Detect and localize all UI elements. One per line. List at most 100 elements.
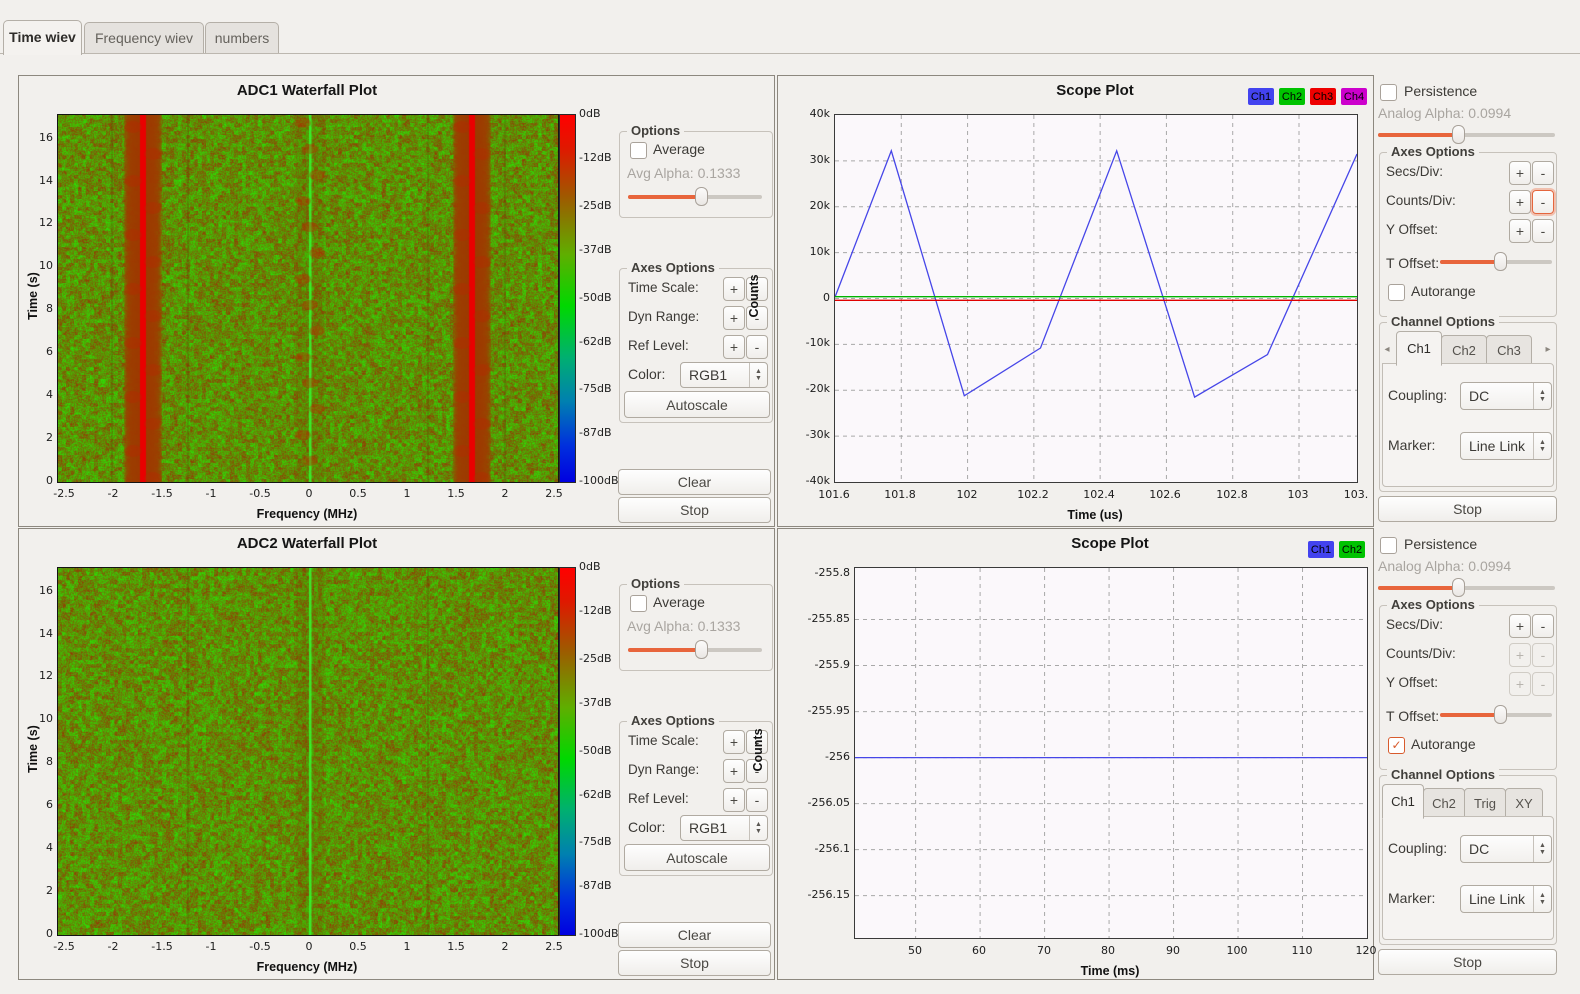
spin-arrows[interactable]: ▲▼ — [749, 363, 767, 387]
stop-button[interactable]: Stop — [618, 497, 771, 523]
spin-arrows[interactable]: ▲▼ — [1533, 836, 1551, 862]
slider-handle[interactable] — [695, 187, 708, 206]
stop-button[interactable]: Stop — [1378, 949, 1557, 975]
axes-row-label: Ref Level: — [628, 338, 689, 353]
spin-up-icon[interactable]: ▲ — [1539, 439, 1546, 446]
autorange-checkbox[interactable] — [1388, 284, 1405, 301]
spin-arrows[interactable]: ▲▼ — [1533, 886, 1551, 912]
stop-button[interactable]: Stop — [1378, 496, 1557, 522]
spin-down-icon[interactable]: ▼ — [755, 828, 762, 835]
spin-up-icon[interactable]: ▲ — [1539, 389, 1546, 396]
autoscale-button[interactable]: Autoscale — [624, 391, 770, 418]
t-offset-slider[interactable] — [1440, 252, 1552, 271]
x-tick-label: 60 — [951, 944, 1007, 957]
color-select[interactable]: RGB1▲▼ — [680, 362, 768, 388]
average-checkbox[interactable] — [630, 142, 647, 159]
channel-tab-ch1[interactable]: Ch1 — [1382, 784, 1424, 819]
autorange-checkbox[interactable]: ✓ — [1388, 737, 1405, 754]
slider-handle[interactable] — [695, 640, 708, 659]
y-tick-label: 6 — [21, 798, 53, 811]
persistence-checkbox[interactable] — [1380, 84, 1397, 101]
channel-tab-trig[interactable]: Trig — [1464, 788, 1506, 819]
increase-button[interactable]: + — [1509, 219, 1531, 243]
spin-down-icon[interactable]: ▼ — [1539, 849, 1546, 856]
axes-options-group-label: Axes Options — [1387, 144, 1479, 159]
channel-tab-ch2[interactable]: Ch2 — [1441, 335, 1487, 366]
spin-down-icon[interactable]: ▼ — [1539, 446, 1546, 453]
y-tick-label: -30k — [776, 428, 830, 441]
legend-ch2: Ch2 — [1279, 88, 1305, 105]
increase-button[interactable]: + — [1509, 161, 1531, 185]
coupling-select[interactable]: DC▲▼ — [1460, 835, 1552, 863]
increase-button[interactable]: + — [723, 306, 745, 330]
increase-button[interactable]: + — [723, 730, 745, 754]
increase-button[interactable]: + — [723, 335, 745, 359]
increase-button[interactable]: + — [1509, 190, 1531, 214]
marker-select[interactable]: Line Link▲▼ — [1460, 432, 1552, 460]
channel-tab-ch1[interactable]: Ch1 — [1396, 331, 1442, 366]
spin-up-icon[interactable]: ▲ — [1539, 892, 1546, 899]
slider-handle[interactable] — [1494, 705, 1507, 724]
x-tick-label: 100 — [1209, 944, 1265, 957]
decrease-button[interactable]: - — [746, 788, 768, 812]
y-tick-label: -256.15 — [796, 888, 850, 901]
slider-handle[interactable] — [1494, 252, 1507, 271]
coupling-select[interactable]: DC▲▼ — [1460, 382, 1552, 410]
tab-numbers[interactable]: numbers — [205, 22, 279, 53]
clear-button[interactable]: Clear — [618, 922, 771, 948]
tab-scroll-left-icon[interactable]: ◂ — [1381, 339, 1393, 359]
increase-button[interactable]: + — [723, 277, 745, 301]
decrease-button[interactable]: - — [1532, 219, 1554, 243]
channel-tab-xy[interactable]: XY — [1505, 788, 1543, 819]
increase-button[interactable]: + — [1509, 614, 1531, 638]
analog-alpha-slider[interactable] — [1378, 578, 1555, 597]
spin-arrows[interactable]: ▲▼ — [749, 816, 767, 840]
avg-alpha-label: Avg Alpha: 0.1333 — [627, 618, 740, 634]
tab-scroll-right-icon[interactable]: ▸ — [1542, 339, 1554, 359]
autoscale-button[interactable]: Autoscale — [624, 844, 770, 871]
axes-row-label: Time Scale: — [628, 280, 699, 295]
color-select[interactable]: RGB1▲▼ — [680, 815, 768, 841]
channel-tab-ch2[interactable]: Ch2 — [1423, 788, 1465, 819]
increase-button[interactable]: + — [723, 788, 745, 812]
coupling-label: Coupling: — [1388, 387, 1447, 403]
tab-time-wiev[interactable]: Time wiev — [3, 20, 82, 55]
x-tick-label: 103. — [1328, 488, 1384, 501]
spin-down-icon[interactable]: ▼ — [1539, 899, 1546, 906]
axes-options-group-label: Axes Options — [627, 713, 719, 728]
marker-select[interactable]: Line Link▲▼ — [1460, 885, 1552, 913]
legend-ch2: Ch2 — [1339, 541, 1365, 558]
analog-alpha-slider[interactable] — [1378, 125, 1555, 144]
decrease-button[interactable]: - — [1532, 614, 1554, 638]
clear-button[interactable]: Clear — [618, 469, 771, 495]
x-tick-label: 2.5 — [526, 487, 582, 500]
tab-frequency-wiev[interactable]: Frequency wiev — [84, 22, 204, 53]
x-tick-label: 102 — [939, 488, 995, 501]
avg-alpha-slider[interactable] — [628, 187, 762, 206]
spin-up-icon[interactable]: ▲ — [1539, 842, 1546, 849]
slider-handle[interactable] — [1452, 125, 1465, 144]
increase-button[interactable]: + — [723, 759, 745, 783]
persistence-checkbox[interactable] — [1380, 537, 1397, 554]
spin-down-icon[interactable]: ▼ — [1539, 396, 1546, 403]
legend-ch3: Ch3 — [1310, 88, 1336, 105]
spin-up-icon[interactable]: ▲ — [755, 368, 762, 375]
stop-button[interactable]: Stop — [618, 950, 771, 976]
decrease-button[interactable]: - — [746, 335, 768, 359]
legend-ch1: Ch1 — [1308, 541, 1334, 558]
t-offset-slider[interactable] — [1440, 705, 1552, 724]
avg-alpha-slider[interactable] — [628, 640, 762, 659]
x-tick-label: 103 — [1270, 488, 1326, 501]
decrease-button[interactable]: - — [1532, 190, 1554, 214]
axes-options-group: Axes OptionsSecs/Div:+-Counts/Div:+-Y Of… — [1379, 152, 1557, 317]
spin-arrows[interactable]: ▲▼ — [1533, 383, 1551, 409]
decrease-button[interactable]: - — [1532, 161, 1554, 185]
average-checkbox[interactable] — [630, 595, 647, 612]
y-tick-label: 0 — [776, 291, 830, 304]
channel-tab-ch3[interactable]: Ch3 — [1486, 335, 1532, 366]
spin-arrows[interactable]: ▲▼ — [1533, 433, 1551, 459]
spin-down-icon[interactable]: ▼ — [755, 375, 762, 382]
slider-handle[interactable] — [1452, 578, 1465, 597]
spin-up-icon[interactable]: ▲ — [755, 821, 762, 828]
x-tick-label: 2 — [477, 940, 533, 953]
